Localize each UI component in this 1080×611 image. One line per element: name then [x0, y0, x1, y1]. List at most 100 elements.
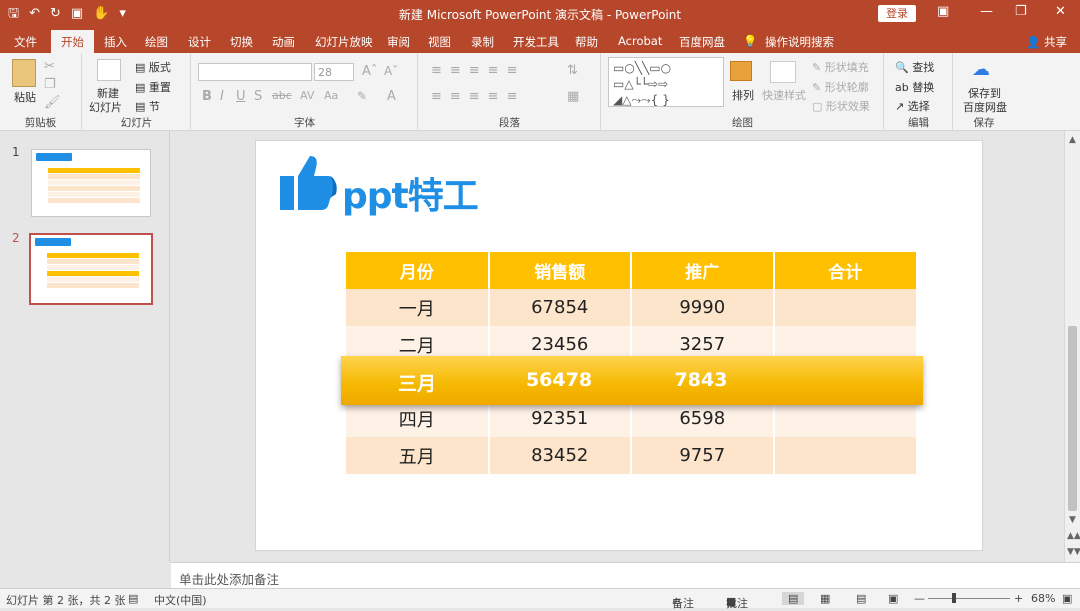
prev-slide-icon[interactable]: ▲▲	[1067, 531, 1080, 541]
font-color-icon[interactable]: A	[387, 89, 396, 104]
notes-pane[interactable]: 单击此处添加备注	[171, 562, 1080, 588]
highlight-icon[interactable]: ✎	[357, 89, 367, 103]
shrink-font-icon[interactable]: Aˇ	[384, 64, 398, 78]
normal-view-icon[interactable]: ▤	[782, 592, 805, 605]
table-cell[interactable]: 9757	[631, 437, 775, 474]
format-painter-icon[interactable]: 🖌	[44, 95, 61, 110]
table-cell[interactable]: 83452	[488, 437, 632, 474]
table-cell[interactable]: 9990	[631, 289, 775, 326]
cut-icon[interactable]: ✂	[44, 59, 55, 74]
language-status[interactable]: 中文(中国)	[154, 592, 207, 608]
login-button[interactable]: 登录	[878, 5, 916, 22]
zoom-slider-thumb[interactable]	[952, 593, 956, 603]
table-cell[interactable]: 一月	[346, 289, 490, 326]
font-size-select[interactable]: 28	[314, 63, 354, 81]
select-button[interactable]: ↗ 选择	[895, 98, 930, 114]
scroll-up-icon[interactable]: ▲	[1069, 135, 1076, 145]
spacing-icon[interactable]: AV	[300, 89, 314, 102]
table-cell[interactable]: 四月	[346, 400, 490, 437]
list-icons[interactable]: ≡≡≡≡≡	[431, 63, 525, 78]
paste-button[interactable]: 粘贴	[14, 89, 36, 105]
italic-icon[interactable]: I	[220, 89, 224, 104]
slide-canvas[interactable]: ppt特工 月份 销售额 推广 合计 一月 67854 9990 二月 2345…	[255, 140, 983, 551]
highlighted-row[interactable]: 三月 56478 7843	[341, 356, 923, 405]
text-direction-icon[interactable]: ⇅	[567, 63, 578, 78]
shape-fill-button[interactable]: ✎ 形状填充	[812, 59, 869, 75]
shadow-icon[interactable]: S	[254, 89, 262, 104]
table-cell[interactable]: 92351	[488, 400, 632, 437]
scrollbar-thumb[interactable]	[1068, 326, 1077, 511]
close-icon[interactable]: ✕	[1055, 4, 1066, 19]
reading-view-icon[interactable]: ▤	[856, 592, 866, 605]
tab-design[interactable]: 设计	[188, 34, 211, 50]
tab-slideshow[interactable]: 幻灯片放映	[315, 34, 373, 50]
layout-button[interactable]: ▤ 版式	[135, 59, 171, 75]
thumbnail-number: 2	[12, 231, 20, 245]
strikethrough-icon[interactable]: abc	[272, 89, 292, 102]
change-case-icon[interactable]: Aa	[324, 89, 338, 102]
minimize-icon[interactable]: —	[980, 4, 993, 19]
table-cell[interactable]: 五月	[346, 437, 490, 474]
arrange-button[interactable]: 排列	[732, 87, 754, 103]
tab-review[interactable]: 审阅	[387, 34, 410, 50]
tab-acrobat[interactable]: Acrobat	[618, 34, 662, 48]
tab-developer[interactable]: 开发工具	[513, 34, 559, 50]
slide-sorter-icon[interactable]: ▦	[820, 592, 830, 605]
slide-thumbnail-2[interactable]	[29, 233, 153, 305]
tab-draw[interactable]: 绘图	[145, 34, 168, 50]
table-cell[interactable]: 6598	[631, 400, 775, 437]
copy-icon[interactable]: ❐	[44, 77, 56, 92]
header-promotion[interactable]: 推广	[631, 252, 775, 289]
tab-home[interactable]: 开始	[51, 30, 94, 53]
slideshow-icon[interactable]: ▣	[888, 592, 898, 605]
new-slide-icon[interactable]	[97, 59, 121, 81]
share-button[interactable]: 👤 共享	[1026, 34, 1067, 50]
tab-animations[interactable]: 动画	[272, 34, 295, 50]
zoom-in-icon[interactable]: +	[1014, 592, 1023, 605]
slide-thumbnail-1[interactable]	[31, 149, 151, 217]
accessibility-icon[interactable]: ▤	[128, 592, 138, 605]
header-month[interactable]: 月份	[346, 252, 490, 289]
table-cell[interactable]	[773, 289, 916, 326]
shapes-gallery[interactable]: ▭○╲╲▭○ ▭△└└⇨⇨ ◢△⤳⤳{ }	[608, 57, 724, 107]
smartart-icon[interactable]: ▦	[567, 89, 579, 104]
quick-styles-button[interactable]: 快速样式	[762, 87, 806, 103]
zoom-out-icon[interactable]: —	[914, 592, 925, 605]
paste-icon[interactable]	[12, 59, 36, 87]
table-cell[interactable]	[773, 400, 916, 437]
section-button[interactable]: ▤ 节	[135, 98, 160, 114]
align-icons[interactable]: ≡≡≡≡≡	[431, 89, 525, 104]
tab-record[interactable]: 录制	[471, 34, 494, 50]
maximize-icon[interactable]: ❐	[1015, 4, 1027, 19]
quick-styles-icon[interactable]	[770, 61, 796, 83]
ribbon-display-icon[interactable]: ▣	[937, 4, 949, 19]
tab-insert[interactable]: 插入	[104, 34, 127, 50]
zoom-level[interactable]: 68%	[1031, 592, 1055, 605]
tab-baidu[interactable]: 百度网盘	[679, 34, 725, 50]
underline-icon[interactable]: U	[236, 89, 246, 104]
shape-outline-button[interactable]: ✎ 形状轮廓	[812, 79, 869, 95]
replace-button[interactable]: ab 替换	[895, 79, 934, 95]
shape-effects-button[interactable]: ▢ 形状效果	[812, 98, 870, 114]
scroll-down-icon[interactable]: ▼	[1069, 515, 1076, 525]
fit-slide-icon[interactable]: ▣	[1062, 592, 1072, 605]
vertical-scrollbar[interactable]: ▲ ▼ ▲▲ ▼▼	[1064, 131, 1080, 562]
tab-help[interactable]: 帮助	[575, 34, 598, 50]
tell-me-search[interactable]: 操作说明搜索	[765, 34, 834, 50]
find-button[interactable]: 🔍 查找	[895, 59, 934, 75]
bold-icon[interactable]: B	[202, 89, 212, 104]
zoom-slider[interactable]	[928, 598, 1010, 599]
header-total[interactable]: 合计	[773, 252, 916, 289]
tab-view[interactable]: 视图	[428, 34, 451, 50]
font-family-select[interactable]	[198, 63, 312, 81]
table-cell[interactable]: 67854	[488, 289, 632, 326]
arrange-icon[interactable]	[730, 61, 752, 81]
grow-font-icon[interactable]: Aˆ	[362, 64, 377, 79]
reset-button[interactable]: ▤ 重置	[135, 79, 171, 95]
next-slide-icon[interactable]: ▼▼	[1067, 547, 1080, 557]
tab-file[interactable]: 文件	[14, 34, 37, 50]
baidu-cloud-icon[interactable]: ☁	[972, 59, 990, 80]
tab-transitions[interactable]: 切换	[230, 34, 253, 50]
header-sales[interactable]: 销售额	[488, 252, 632, 289]
table-cell[interactable]	[773, 437, 916, 474]
